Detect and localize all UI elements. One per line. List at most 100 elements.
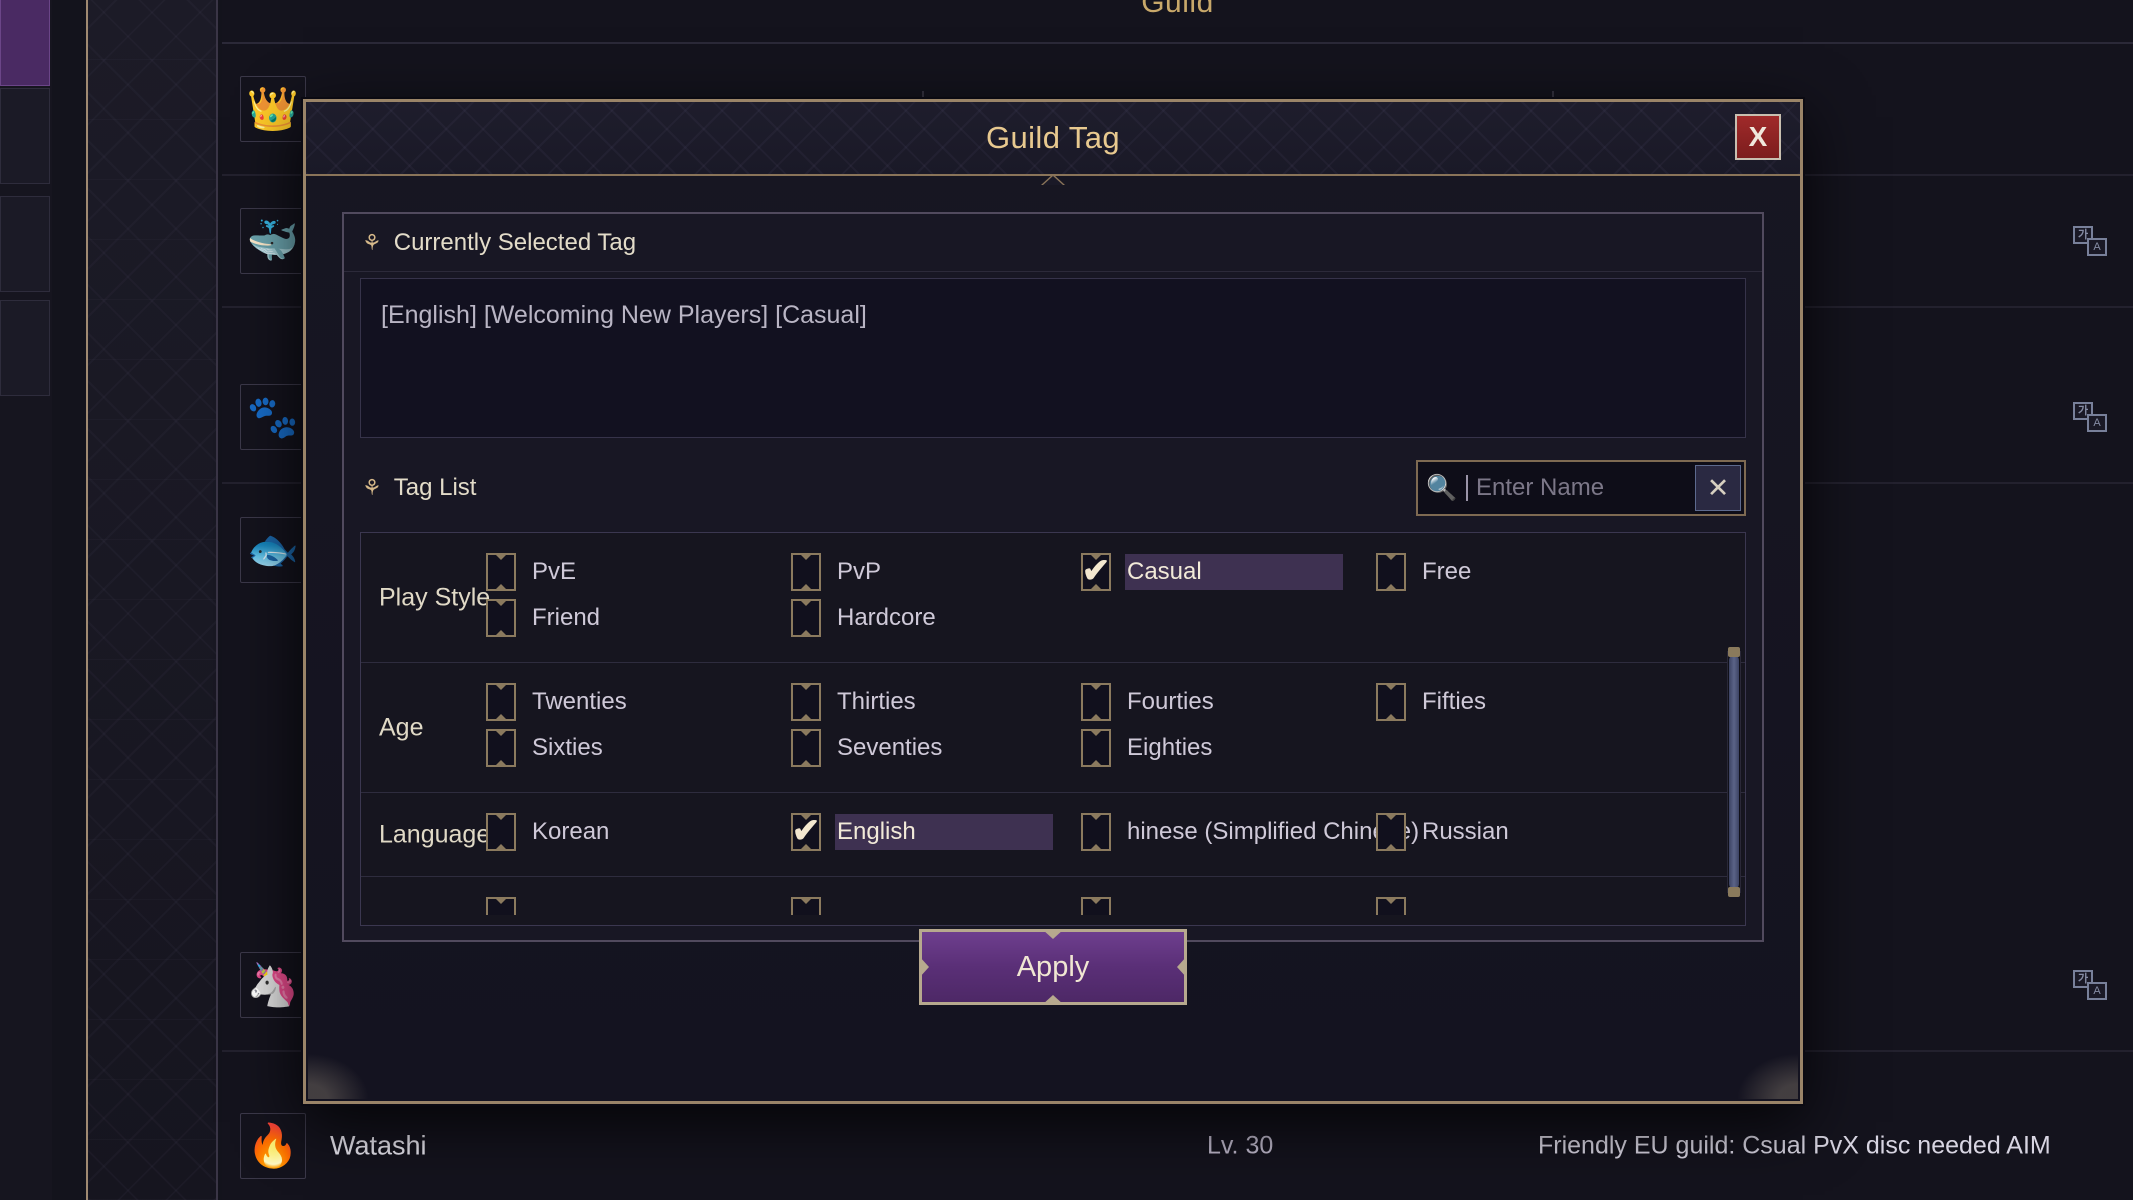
dialog-titlebar: Guild Tag X bbox=[306, 102, 1800, 185]
translate-icon[interactable]: 가A bbox=[2073, 226, 2107, 256]
checkbox-checked-icon[interactable]: ✔ bbox=[1081, 553, 1111, 591]
tag-option-label: Fifties bbox=[1422, 688, 1487, 715]
tag-checkbox-option[interactable]: ✔ PvE bbox=[486, 549, 586, 595]
tag-option-label: PvE bbox=[532, 558, 577, 585]
dialog-title: Guild Tag bbox=[985, 120, 1120, 155]
checkbox-unchecked-icon[interactable]: ✔ bbox=[1081, 729, 1111, 767]
apply-button[interactable]: Apply bbox=[919, 929, 1187, 1005]
left-tab-rail bbox=[0, 0, 52, 1200]
tag-checkbox-option[interactable]: ✔ Free bbox=[1376, 549, 1481, 595]
left-tab-1[interactable] bbox=[0, 0, 50, 86]
checkbox-unchecked-icon[interactable]: ✔ bbox=[1081, 683, 1111, 721]
tag-checkbox-option[interactable]: ✔ Thirties bbox=[791, 679, 926, 725]
checkbox-unchecked-icon[interactable]: ✔ bbox=[1376, 813, 1406, 851]
checkbox-unchecked-icon[interactable]: ✔ bbox=[486, 813, 516, 851]
guild-emblem-icon: 🐟 bbox=[240, 517, 306, 583]
tag-checkbox-option[interactable]: ✔ Fourties bbox=[1081, 679, 1224, 725]
tag-option-label: Casual bbox=[1125, 554, 1343, 590]
checkbox-unchecked-icon[interactable]: ✔ bbox=[1081, 813, 1111, 851]
tag-checkbox-option[interactable]: ✔ Korean bbox=[486, 809, 619, 855]
tag-option-grid: ✔Korean✔English✔hinese (Simplified Chine… bbox=[486, 809, 1745, 861]
scrollbar-thumb[interactable] bbox=[1729, 655, 1739, 889]
left-tab-3[interactable] bbox=[0, 196, 50, 292]
tag-checkbox-option[interactable]: ✔ Sixties bbox=[486, 725, 613, 771]
scrollbar-cap-bottom bbox=[1728, 887, 1740, 897]
guild-emblem-icon: 🦄 bbox=[240, 952, 306, 1018]
tag-checkbox-option[interactable]: ✔ Seventies bbox=[791, 725, 952, 771]
section-label: Tag List bbox=[393, 474, 477, 501]
checkbox-unchecked-icon[interactable]: ✔ bbox=[486, 683, 516, 721]
apply-button-area: Apply bbox=[306, 929, 1800, 1005]
checkmark-icon: ✔ bbox=[1081, 552, 1111, 591]
fleur-de-lis-icon: ⚘ bbox=[362, 229, 382, 255]
guild-emblem-icon: 🔥 bbox=[240, 1113, 306, 1179]
close-icon[interactable]: X bbox=[1735, 114, 1781, 160]
tag-option-label: Eighties bbox=[1127, 734, 1213, 761]
tag-checkbox-option[interactable]: ✔ Friend bbox=[486, 595, 610, 641]
tag-list-scroll-area[interactable]: Play Style✔PvE✔PvP✔Casual✔Free✔Friend✔Ha… bbox=[360, 532, 1746, 926]
ornamental-divider bbox=[86, 0, 218, 1200]
section-label: Currently Selected Tag bbox=[393, 228, 637, 256]
tag-option-label: Fourties bbox=[1127, 688, 1214, 715]
tag-checkbox-option[interactable]: ✔ English bbox=[791, 809, 1053, 855]
search-input[interactable]: Enter Name bbox=[1476, 474, 1695, 502]
tag-checkbox-option[interactable]: ✔ Russian bbox=[1376, 809, 1519, 855]
guild-emblem-icon: 🐾 bbox=[240, 384, 306, 450]
tag-category-label: Play Style bbox=[379, 583, 491, 611]
tag-option-label: Sixties bbox=[532, 734, 603, 761]
checkbox-checked-icon[interactable]: ✔ bbox=[791, 813, 821, 851]
tag-option-label: PvP bbox=[837, 558, 882, 585]
search-box[interactable]: 🔍 Enter Name ✕ bbox=[1416, 460, 1746, 516]
guild-emblem-icon: 🐳 bbox=[240, 208, 306, 274]
dialog-body: ⚘ Currently Selected Tag [English] [Welc… bbox=[306, 176, 1800, 1101]
tag-option-label: Twenties bbox=[532, 688, 627, 715]
tag-category-label: Age bbox=[379, 713, 424, 741]
checkbox-unchecked-icon[interactable]: ✔ bbox=[791, 553, 821, 591]
search-icon: 🔍 bbox=[1426, 473, 1458, 502]
guild-level: Lv. 30 bbox=[1207, 1131, 1274, 1160]
tag-checkbox-option[interactable]: ✔ PvP bbox=[791, 549, 891, 595]
scroll-clip-mask bbox=[361, 915, 1745, 925]
tag-category-row: Language✔Korean✔English✔hinese (Simplifi… bbox=[361, 793, 1745, 877]
tag-category-row: Play Style✔PvE✔PvP✔Casual✔Free✔Friend✔Ha… bbox=[361, 533, 1745, 663]
tag-option-grid: ✔ PvE ✔ PvP ✔ Casual ✔ Free ✔ Friend ✔ Hardcore bbox=[486, 549, 1745, 647]
checkbox-unchecked-icon[interactable]: ✔ bbox=[486, 599, 516, 637]
left-tab-2[interactable] bbox=[0, 88, 50, 184]
tag-checkbox-option[interactable]: ✔ Fifties bbox=[1376, 679, 1496, 725]
left-tab-4[interactable] bbox=[0, 300, 50, 396]
checkbox-unchecked-icon[interactable]: ✔ bbox=[486, 553, 516, 591]
tag-option-label: Friend bbox=[532, 604, 601, 631]
tag-checkbox-option[interactable]: ✔ Eighties bbox=[1081, 725, 1222, 771]
tag-category-label: Language bbox=[379, 820, 491, 848]
checkbox-unchecked-icon[interactable]: ✔ bbox=[1376, 553, 1406, 591]
checkmark-icon: ✔ bbox=[791, 812, 821, 851]
checkbox-unchecked-icon[interactable]: ✔ bbox=[486, 729, 516, 767]
tag-option-label: Thirties bbox=[837, 688, 916, 715]
tag-option-label: Russian bbox=[1422, 818, 1509, 845]
tag-list-scrollbar[interactable] bbox=[1727, 647, 1741, 897]
guild-name: Watashi bbox=[330, 1130, 427, 1161]
guild-row-6[interactable]: 🔥 Watashi Lv. 30 Friendly EU guild: Csua… bbox=[222, 1100, 2133, 1200]
clear-search-icon[interactable]: ✕ bbox=[1695, 465, 1741, 511]
currently-selected-tag-header: ⚘ Currently Selected Tag bbox=[344, 214, 1762, 272]
scrollbar-cap-top bbox=[1728, 647, 1740, 657]
apply-button-label: Apply bbox=[1016, 950, 1090, 983]
tag-option-label: Hardcore bbox=[837, 604, 936, 631]
guild-description: Friendly EU guild: Csual PvX disc needed… bbox=[1538, 1131, 2051, 1160]
fleur-de-lis-icon: ⚘ bbox=[362, 475, 382, 500]
guild-emblem-icon: 👑 bbox=[240, 76, 306, 142]
tag-checkbox-option[interactable]: ✔ Hardcore bbox=[791, 595, 946, 641]
checkbox-unchecked-icon[interactable]: ✔ bbox=[791, 729, 821, 767]
text-caret bbox=[1466, 475, 1468, 501]
translate-icon[interactable]: 가A bbox=[2073, 402, 2107, 432]
tag-option-label: Seventies bbox=[837, 734, 943, 761]
tag-option-label: Korean bbox=[532, 818, 610, 845]
tag-option-label: English bbox=[835, 814, 1053, 850]
tag-checkbox-option[interactable]: ✔ Casual bbox=[1081, 549, 1343, 595]
tag-checkbox-option[interactable]: ✔ Twenties bbox=[486, 679, 637, 725]
checkbox-unchecked-icon[interactable]: ✔ bbox=[1376, 683, 1406, 721]
tag-option-label: Free bbox=[1422, 558, 1472, 585]
checkbox-unchecked-icon[interactable]: ✔ bbox=[791, 683, 821, 721]
checkbox-unchecked-icon[interactable]: ✔ bbox=[791, 599, 821, 637]
translate-icon[interactable]: 가A bbox=[2073, 970, 2107, 1000]
